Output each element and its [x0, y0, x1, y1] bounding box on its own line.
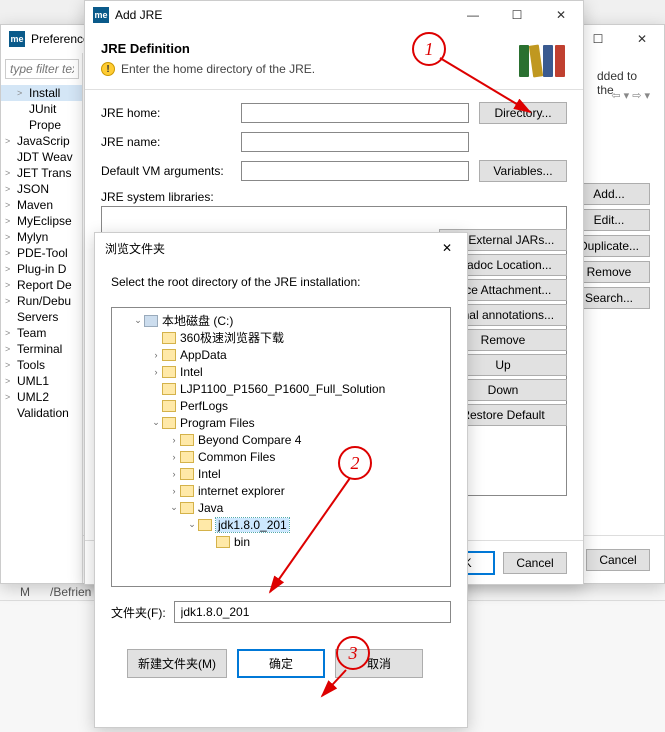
ok-button[interactable]: 确定 — [237, 649, 325, 678]
warning-icon: ! — [101, 62, 115, 76]
maximize-button[interactable]: ☐ — [495, 1, 539, 29]
nav-icons[interactable]: ⇦ ▾ ⇨ ▾ — [611, 89, 650, 102]
jre-libs-label: JRE system libraries: — [101, 190, 567, 204]
tree-item[interactable]: >Report De — [1, 277, 82, 293]
cancel-button[interactable]: 取消 — [335, 649, 423, 678]
tree-item[interactable]: >MyEclipse — [1, 213, 82, 229]
preferences-tree[interactable]: >InstallJUnitPrope>JavaScripJDT Weav>JET… — [1, 53, 83, 583]
vm-args-label: Default VM arguments: — [101, 164, 231, 178]
filter-input[interactable] — [5, 59, 79, 79]
jre-subtitle: Enter the home directory of the JRE. — [121, 62, 315, 76]
folder-tree-item[interactable]: ›Common Files — [114, 448, 448, 465]
tree-item[interactable]: >Install — [1, 85, 82, 101]
folder-tree-item[interactable]: 360极速浏览器下载 — [114, 329, 448, 346]
tree-item[interactable]: JDT Weav — [1, 149, 82, 165]
folder-tree-item[interactable]: ›Intel — [114, 465, 448, 482]
col-header-path: /Befrien — [50, 585, 91, 599]
folder-tree-item[interactable]: ›AppData — [114, 346, 448, 363]
tree-item[interactable]: >UML2 — [1, 389, 82, 405]
tree-item[interactable]: Servers — [1, 309, 82, 325]
folder-label: 文件夹(F): — [111, 604, 166, 621]
tree-item[interactable]: >JavaScrip — [1, 133, 82, 149]
cancel-button-2[interactable]: Cancel — [503, 552, 567, 574]
tree-item[interactable]: >JET Trans — [1, 165, 82, 181]
col-header-m: M — [20, 585, 50, 599]
app-icon: me — [93, 7, 109, 23]
cancel-button[interactable]: Cancel — [586, 549, 650, 571]
jre-home-label: JRE home: — [101, 106, 231, 120]
browse-title: 浏览文件夹 — [105, 240, 427, 257]
variables-button[interactable]: Variables... — [479, 160, 567, 182]
jre-header: JRE Definition ! Enter the home director… — [85, 29, 583, 90]
tree-item[interactable]: >Tools — [1, 357, 82, 373]
new-folder-button[interactable]: 新建文件夹(M) — [127, 649, 227, 678]
close-button[interactable]: ✕ — [427, 233, 467, 263]
jre-name-input[interactable] — [241, 132, 469, 152]
tree-item[interactable]: >Terminal — [1, 341, 82, 357]
jre-name-label: JRE name: — [101, 135, 231, 149]
folder-tree-item[interactable]: ⌄本地磁盘 (C:) — [114, 312, 448, 329]
folder-tree-item[interactable]: PerfLogs — [114, 397, 448, 414]
folder-tree-item[interactable]: ›Beyond Compare 4 — [114, 431, 448, 448]
tree-item[interactable]: Prope — [1, 117, 82, 133]
jre-definition-heading: JRE Definition — [101, 41, 519, 56]
tree-item[interactable]: Validation — [1, 405, 82, 421]
tree-item[interactable]: >Run/Debu — [1, 293, 82, 309]
folder-tree-item[interactable]: ⌄Java — [114, 499, 448, 516]
add-jre-title: Add JRE — [115, 8, 451, 22]
folder-tree-item[interactable]: ⌄Program Files — [114, 414, 448, 431]
browse-titlebar: 浏览文件夹 ✕ — [95, 233, 467, 263]
close-button[interactable]: ✕ — [620, 25, 664, 53]
folder-tree-item[interactable]: ›Intel — [114, 363, 448, 380]
add-jre-titlebar: me Add JRE — ☐ ✕ — [85, 1, 583, 29]
books-icon — [519, 41, 567, 77]
directory-button[interactable]: Directory... — [479, 102, 567, 124]
tree-item[interactable]: >Plug-in D — [1, 261, 82, 277]
minimize-button[interactable]: — — [451, 1, 495, 29]
tree-item[interactable]: >UML1 — [1, 373, 82, 389]
jre-home-input[interactable] — [241, 103, 469, 123]
tree-item[interactable]: >Maven — [1, 197, 82, 213]
folder-tree-item[interactable]: LJP1100_P1560_P1600_Full_Solution — [114, 380, 448, 397]
tree-item[interactable]: >Team — [1, 325, 82, 341]
vm-args-input[interactable] — [241, 161, 469, 181]
tree-item[interactable]: >JSON — [1, 181, 82, 197]
tree-item[interactable]: JUnit — [1, 101, 82, 117]
folder-tree-item[interactable]: ›internet explorer — [114, 482, 448, 499]
browse-folder-dialog: 浏览文件夹 ✕ Select the root directory of the… — [94, 232, 468, 728]
tree-item[interactable]: >Mylyn — [1, 229, 82, 245]
folder-input[interactable] — [174, 601, 451, 623]
tree-item[interactable]: >PDE-Tool — [1, 245, 82, 261]
folder-tree[interactable]: ⌄本地磁盘 (C:)360极速浏览器下载›AppData›IntelLJP110… — [111, 307, 451, 587]
folder-tree-item[interactable]: bin — [114, 533, 448, 550]
app-icon: me — [9, 31, 25, 47]
close-button[interactable]: ✕ — [539, 1, 583, 29]
browse-message: Select the root directory of the JRE ins… — [111, 275, 451, 289]
folder-tree-item[interactable]: ⌄jdk1.8.0_201 — [114, 516, 448, 533]
